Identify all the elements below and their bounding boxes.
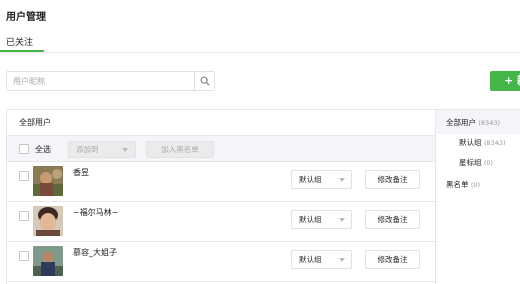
user-list-header: 全部用户 xyxy=(7,110,435,136)
sidebar-item-label: 黑名单 xyxy=(446,180,469,189)
user-name[interactable]: 慕容_大姐子 xyxy=(73,247,117,258)
sidebar-item-blacklist[interactable]: 黑名单 (0) xyxy=(446,179,480,190)
sidebar-item-label: 星标组 xyxy=(459,158,482,167)
new-tag-button[interactable]: + 新 xyxy=(490,71,520,91)
user-row: ~福尔马林~ 默认组 修改备注 xyxy=(7,203,435,242)
chevron-down-icon xyxy=(122,148,128,152)
tab-followed[interactable]: 已关注 xyxy=(6,35,33,48)
add-to-dropdown[interactable]: 添加到 xyxy=(68,141,136,158)
sidebar-item-star-group[interactable]: 星标组 (0) xyxy=(459,157,493,168)
sidebar-item-label: 全部用户 xyxy=(446,118,476,127)
user-name[interactable]: 香昱 xyxy=(73,167,89,178)
sidebar-item-default-group[interactable]: 默认组 (8343) xyxy=(459,137,506,148)
search-icon xyxy=(200,76,209,86)
edit-remark-button[interactable]: 修改备注 xyxy=(365,210,420,229)
search-button[interactable] xyxy=(194,72,214,90)
bulk-action-toolbar: 全选 添加到 加入黑名单 xyxy=(7,136,435,162)
avatar[interactable] xyxy=(33,246,63,276)
sidebar-item-all-users[interactable]: 全部用户 (8343) xyxy=(446,117,500,128)
tab-divider xyxy=(0,52,520,53)
search-box xyxy=(6,71,215,91)
user-name[interactable]: ~福尔马林~ xyxy=(73,207,118,218)
avatar[interactable] xyxy=(33,166,63,196)
group-select[interactable]: 默认组 xyxy=(291,170,352,189)
chevron-down-icon xyxy=(339,218,345,222)
sidebar-item-count: (8343) xyxy=(483,139,506,147)
edit-remark-button[interactable]: 修改备注 xyxy=(365,170,420,189)
user-checkbox[interactable] xyxy=(19,211,29,221)
edit-remark-button[interactable]: 修改备注 xyxy=(365,250,420,269)
group-select-value: 默认组 xyxy=(299,215,322,224)
chevron-down-icon xyxy=(339,258,345,262)
select-all-label: 全选 xyxy=(35,145,51,154)
group-sidebar: 全部用户 (8343) 默认组 (8343) 星标组 (0) 黑名单 (0) xyxy=(436,109,520,284)
add-to-blacklist-button[interactable]: 加入黑名单 xyxy=(146,141,214,158)
user-checkbox[interactable] xyxy=(19,171,29,181)
group-select-value: 默认组 xyxy=(299,175,322,184)
group-select[interactable]: 默认组 xyxy=(291,210,352,229)
avatar[interactable] xyxy=(33,206,63,236)
sidebar-item-label: 默认组 xyxy=(459,138,482,147)
user-row: 慕容_大姐子 默认组 修改备注 xyxy=(7,243,435,282)
add-to-label: 添加到 xyxy=(76,145,99,154)
user-list-panel: 全部用户 全选 添加到 加入黑名单 香昱 默认组 修改备注 ~福尔马林~ 默认组… xyxy=(6,109,436,284)
sidebar-item-count: (8343) xyxy=(478,119,501,127)
select-all-checkbox[interactable] xyxy=(19,144,29,154)
chevron-down-icon xyxy=(339,178,345,182)
user-checkbox[interactable] xyxy=(19,251,29,261)
sidebar-item-count: (0) xyxy=(470,181,481,189)
user-row: 香昱 默认组 修改备注 xyxy=(7,163,435,202)
page-title: 用户管理 xyxy=(6,12,46,23)
search-input[interactable] xyxy=(7,72,195,90)
group-select-value: 默认组 xyxy=(299,255,322,264)
group-select[interactable]: 默认组 xyxy=(291,250,352,269)
sidebar-item-count: (0) xyxy=(483,159,494,167)
